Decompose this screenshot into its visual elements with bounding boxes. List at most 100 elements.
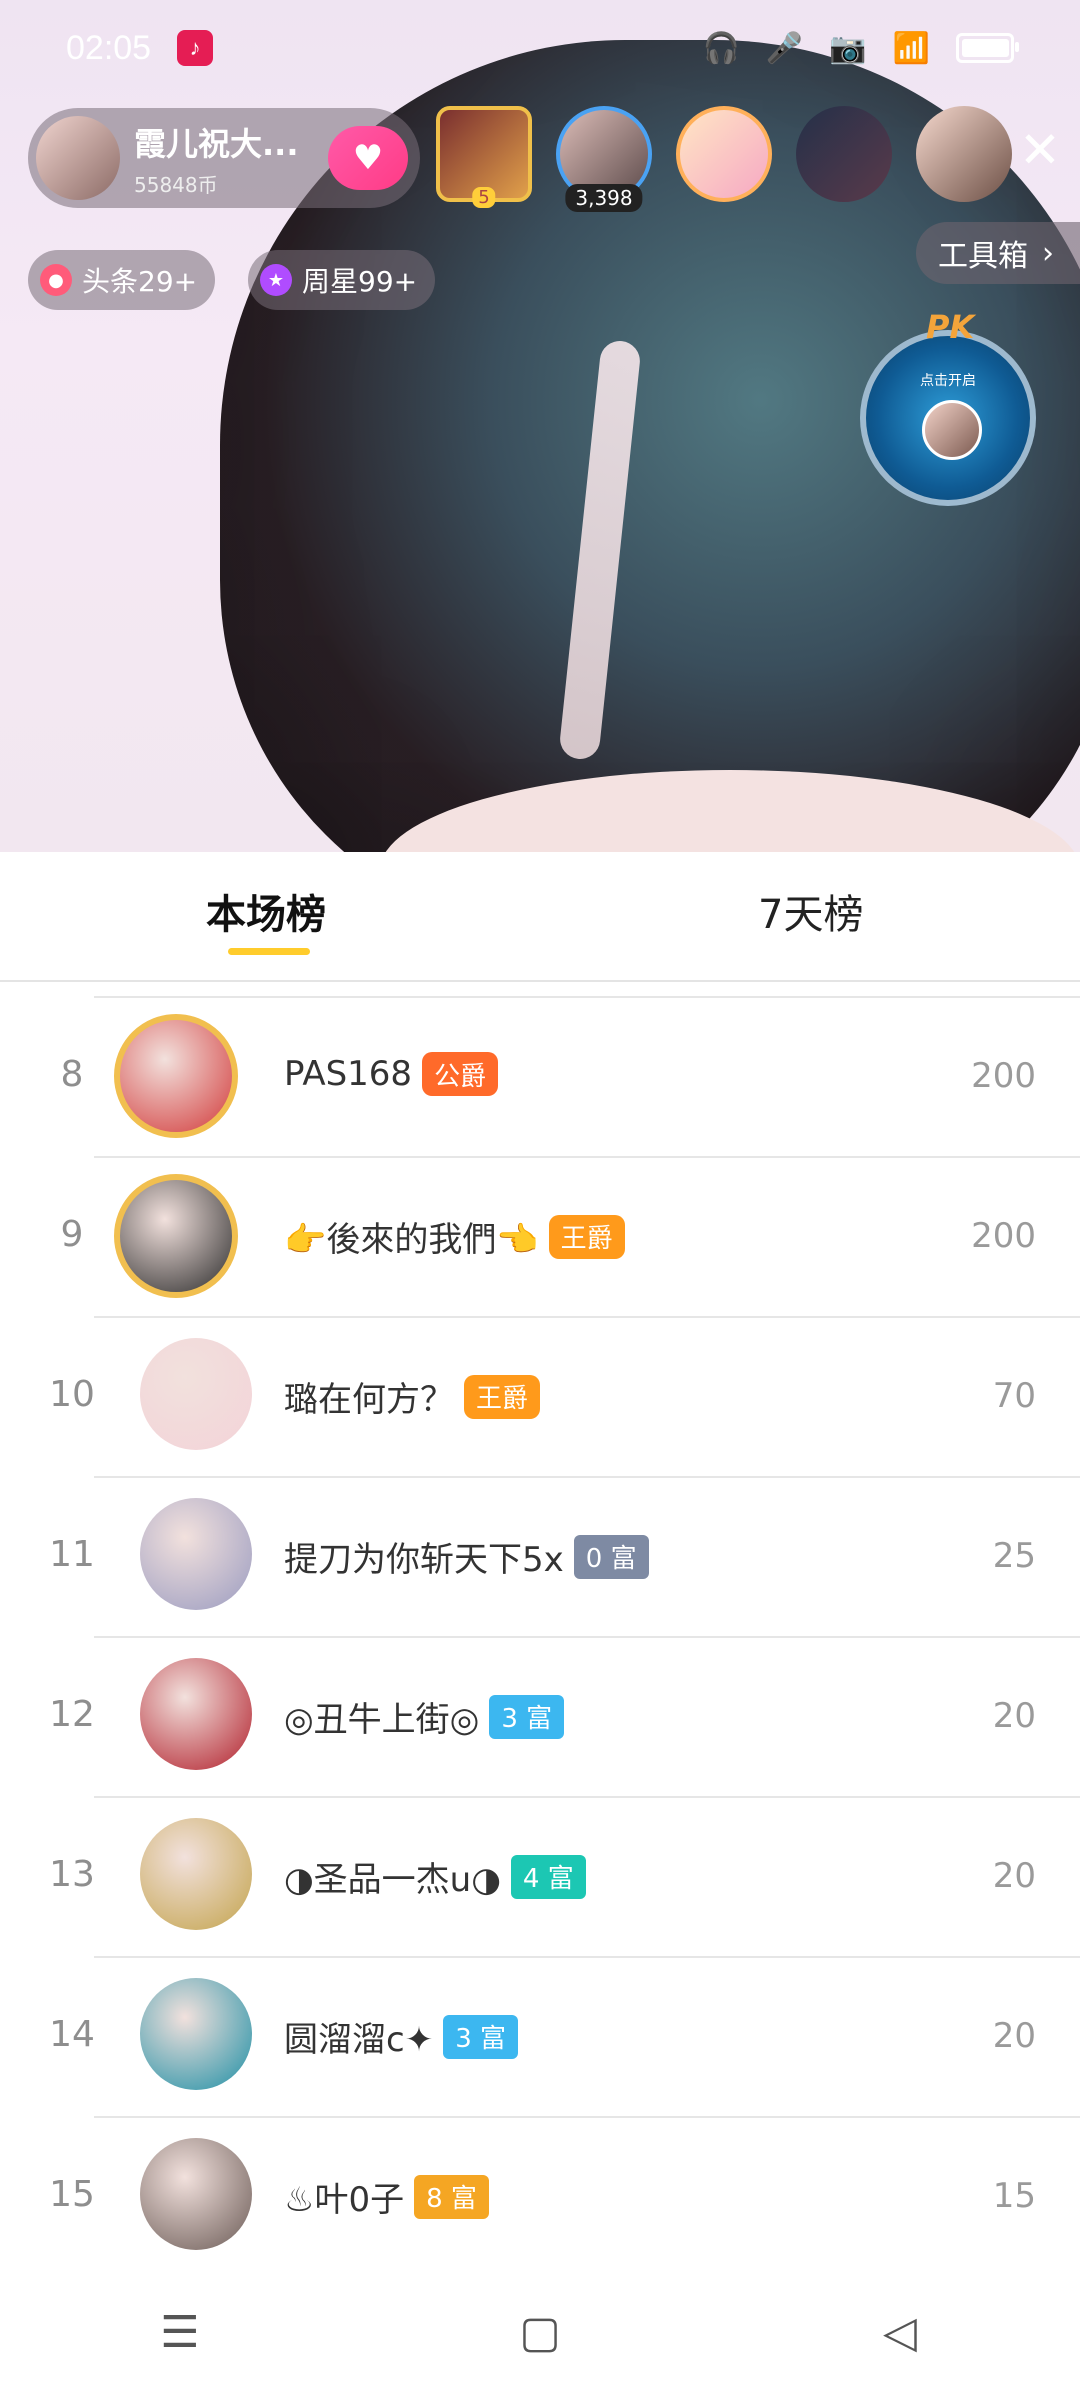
rank-number: 9 [60,1214,84,1255]
pk-label: 点击开启 [920,373,976,389]
close-icon[interactable]: ✕ [1018,125,1062,175]
level-badge: 4 富 [510,1854,586,1899]
level-badge: 8 富 [414,2174,489,2219]
ranking-row[interactable]: 9 👉後來的我們👈 王爵 200 [61,1156,1080,1316]
user-name-group: ◎丑牛上街◎ 3 富 [284,1692,565,1741]
score-value: 20 [992,1856,1036,1896]
toolbox-button[interactable]: 工具箱 › [916,222,1080,284]
headphones-icon: 🎧 [702,31,740,65]
ranking-row[interactable]: 11 提刀为你斩天下5x 0 富 25 [49,1476,1080,1636]
rank-number: 10 [49,1374,95,1415]
rank-number: 15 [49,2174,95,2215]
level-badge: 公爵 [422,1052,499,1096]
status-time: 02:05 [66,28,152,67]
user-avatar[interactable] [140,1658,252,1770]
viewer-count: 3,398 [565,184,643,212]
user-name: ◎丑牛上街◎ [284,1700,480,1740]
user-name-group: 👉後來的我們👈 王爵 [284,1212,625,1261]
user-name-group: PAS168 公爵 [284,1052,499,1096]
rank-number: 12 [49,1694,95,1735]
user-name-group: 圆溜溜c✦ 3 富 [284,2012,518,2061]
viewer-avatar[interactable] [916,106,1012,202]
ranking-row[interactable]: 13 ◑圣品一杰u◑ 4 富 20 [49,1796,1080,1956]
headline-tag[interactable]: ● 头条29+ [28,250,216,310]
tab-current[interactable]: 本场榜 [206,882,326,940]
user-name: PAS168 [284,1054,413,1094]
ranking-row[interactable]: 15 ♨叶0子 8 富 15 [49,2116,1080,2276]
status-bar: 02:05 ♪ 🎧 🎤 📷 📶 [0,0,1080,96]
level-badge: 3 富 [443,2014,518,2059]
viewer-avatar[interactable]: 3,398 [556,106,652,212]
toolbox-label: 工具箱 [938,239,1028,274]
tiktok-icon: ♪ [177,30,214,66]
score-value: 15 [992,2176,1036,2216]
level-badge: 3 富 [489,1694,565,1739]
nav-bar: ☰ ▢ ◁ [0,2264,1080,2400]
rank-number: 13 [49,1854,95,1895]
user-name: ◑圣品一杰u◑ [284,1860,501,1900]
menu-icon[interactable]: ☰ [150,2302,210,2362]
user-name-group: 提刀为你斩天下5x 0 富 [284,1532,649,1581]
rank-number: 14 [49,2014,95,2055]
user-avatar[interactable] [140,1498,252,1610]
host-name: 霞儿祝大... [134,124,299,163]
pk-avatar [922,400,982,460]
mic-icon: 🎤 [765,31,804,65]
ranking-row[interactable]: 12 ◎丑牛上街◎ 3 富 20 [49,1636,1080,1796]
user-name-group: 璐在何方？ 王爵 [284,1372,541,1421]
ranking-list: 8 PAS168 公爵 200 9 👉後來的我們👈 王爵 200 10 璐在何方？ 王爵 70 11 提刀… [0,996,1080,2276]
level-badge: 0 富 [573,1534,649,1579]
host-avatar[interactable] [36,116,120,200]
battery-icon [956,33,1019,63]
ranking-row[interactable]: 8 PAS168 公爵 200 [61,996,1080,1156]
user-name: 👉後來的我們👈 [284,1220,539,1260]
viewer-avatars: 5 3,398 [436,106,1012,212]
user-avatar[interactable] [140,1818,252,1930]
score-value: 200 [971,1056,1036,1096]
user-avatar[interactable] [114,1174,238,1298]
score-value: 200 [971,1216,1036,1256]
score-value: 25 [992,1536,1036,1576]
user-name: 圆溜溜c✦ [284,2020,434,2060]
heart-icon: ♥ [352,138,384,178]
viewer-avatar[interactable] [796,106,892,202]
weekly-star-label: 周星99+ [302,265,418,298]
host-coins: 55848币 [134,172,218,197]
tab-seven-day[interactable]: 7天榜 [758,882,863,940]
camera-icon: 📷 [829,31,867,65]
star-icon: ★ [260,264,292,296]
wifi-icon: 📶 [892,31,930,65]
score-value: 20 [992,1696,1036,1736]
user-avatar[interactable] [140,1978,252,2090]
pk-widget[interactable]: PK 点击开启 [860,308,1036,506]
ranking-row[interactable]: 10 璐在何方？ 王爵 70 [49,1316,1080,1476]
score-value: 70 [992,1376,1036,1416]
status-icons: 🎧 🎤 📷 📶 [702,31,1019,66]
pk-logo: PK [926,308,975,346]
chevron-right-icon: › [1042,235,1054,271]
back-icon[interactable]: ◁ [870,2302,930,2362]
user-name: 提刀为你斩天下5x [284,1540,564,1580]
user-name-group: ◑圣品一杰u◑ 4 富 [284,1852,586,1901]
viewer-avatar[interactable] [676,106,772,202]
user-avatar[interactable] [114,1014,238,1138]
weekly-star-tag[interactable]: ★ 周星99+ [248,250,436,310]
user-name: ♨叶0子 [284,2180,405,2220]
host-info-pill[interactable]: 霞儿祝大... 55848币 ♥ [28,108,420,208]
user-avatar[interactable] [140,2138,252,2250]
level-badge: 王爵 [464,1374,541,1419]
guard-badge[interactable]: 5 [436,106,532,208]
user-name-group: ♨叶0子 8 富 [284,2172,489,2221]
ranking-panel: 本场榜 7天榜 8 PAS168 公爵 200 9 👉後來的我們👈 王爵 200 10 璐在何方？… [0,852,1080,2264]
ranking-row[interactable]: 14 圆溜溜c✦ 3 富 20 [49,1956,1080,2116]
user-name: 璐在何方？ [284,1380,454,1420]
home-icon[interactable]: ▢ [510,2302,570,2362]
ranking-tabs: 本场榜 7天榜 [0,852,1080,982]
headline-label: 头条29+ [82,265,198,298]
follow-button[interactable]: ♥ [328,126,408,190]
user-avatar[interactable] [140,1338,252,1450]
guard-rank: 5 [472,187,496,208]
score-value: 20 [992,2016,1036,2056]
rank-number: 8 [60,1054,84,1095]
rank-number: 11 [49,1534,95,1575]
